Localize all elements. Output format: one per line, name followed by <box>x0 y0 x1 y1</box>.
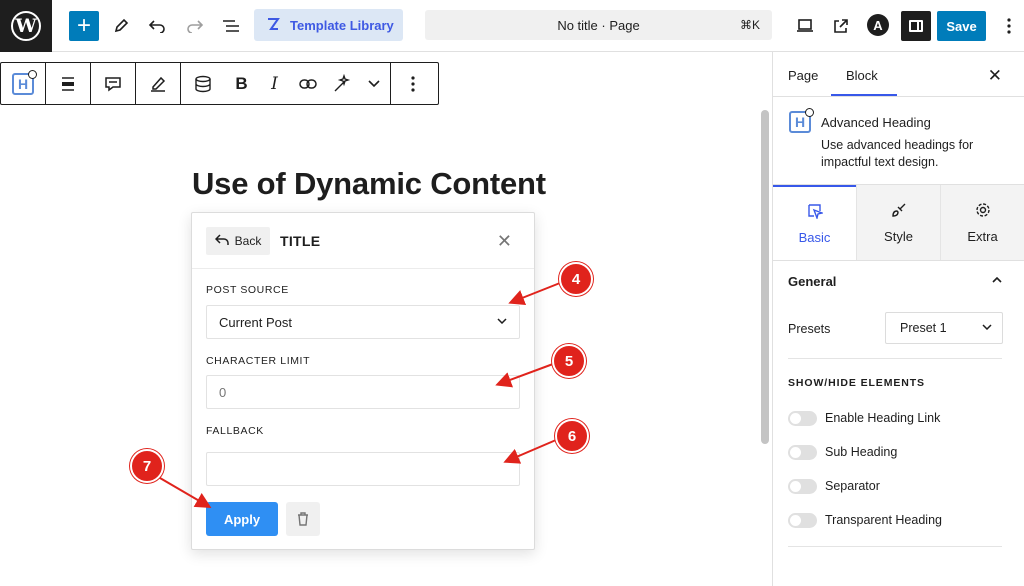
view-post-external-icon[interactable] <box>826 11 856 41</box>
back-button[interactable]: Back <box>206 227 270 255</box>
ai-sparkle-icon[interactable] <box>324 63 357 104</box>
divider <box>788 546 1002 547</box>
more-formats-chevron-down-icon[interactable] <box>357 63 390 104</box>
close-sidebar-icon[interactable]: ✕ <box>988 66 1002 86</box>
tab-extra[interactable]: Extra <box>940 185 1024 260</box>
delete-trash-icon[interactable] <box>286 502 320 536</box>
annotation-marker-6: 6 <box>555 419 589 453</box>
cursor-pointer-icon <box>807 203 824 222</box>
tab-extra-label: Extra <box>967 228 998 244</box>
template-library-label: Template Library <box>290 17 394 33</box>
block-options-icon[interactable] <box>391 63 435 104</box>
toggle-label: Enable Heading Link <box>825 411 941 425</box>
comment-icon[interactable] <box>91 63 135 104</box>
block-description: Use advanced headings for impactful text… <box>821 138 974 169</box>
undo-icon[interactable] <box>142 11 172 41</box>
post-source-select[interactable]: Current Post <box>206 305 520 339</box>
device-preview-icon[interactable] <box>790 11 820 41</box>
toggle-switch[interactable] <box>788 410 817 426</box>
wordpress-logo-icon[interactable]: W <box>0 0 52 52</box>
tab-style-label: Style <box>884 228 913 244</box>
popover-title: TITLE <box>280 233 321 249</box>
document-title-bar[interactable]: No title · Page ⌘K <box>425 10 772 40</box>
document-overview-icon[interactable] <box>216 11 246 41</box>
character-limit-label: CHARACTER LIMIT <box>206 355 311 367</box>
dynamic-content-popover: Back TITLE ✕ POST SOURCE Current Post CH… <box>191 212 535 550</box>
toggle-row-separator[interactable]: Separator <box>788 477 880 495</box>
toggle-row-sub-heading[interactable]: Sub Heading <box>788 443 897 461</box>
chevron-down-icon <box>497 315 507 327</box>
toggle-switch[interactable] <box>788 512 817 528</box>
tab-basic[interactable]: Basic <box>773 185 856 260</box>
template-library-button[interactable]: Template Library <box>254 9 403 41</box>
post-source-value: Current Post <box>219 314 292 330</box>
align-icon[interactable] <box>46 63 90 104</box>
document-title: No title · Page <box>557 18 640 33</box>
block-type-heading-icon[interactable]: H <box>1 63 45 104</box>
chevron-up-icon[interactable] <box>992 271 1002 286</box>
page-heading[interactable]: Use of Dynamic Content <box>192 166 546 202</box>
block-card: H Advanced Heading Use advanced headings… <box>773 97 1024 185</box>
tab-block-indicator <box>831 94 897 96</box>
canvas-scrollbar[interactable] <box>761 110 769 444</box>
sidebar-tabs: Page Block ✕ <box>773 52 1024 97</box>
toggle-label: Transparent Heading <box>825 513 942 527</box>
fallback-label: FALLBACK <box>206 425 264 437</box>
tab-basic-label: Basic <box>798 229 831 245</box>
save-button[interactable]: Save <box>937 11 986 41</box>
brush-icon <box>891 202 907 221</box>
annotation-marker-5: 5 <box>552 344 586 378</box>
divider <box>788 358 1002 359</box>
redo-icon[interactable] <box>180 11 210 41</box>
back-arrow-icon <box>214 234 229 248</box>
block-toolbar: H B I <box>0 62 439 105</box>
apply-button[interactable]: Apply <box>206 502 278 536</box>
link-icon[interactable] <box>291 63 324 104</box>
annotation-marker-4: 4 <box>559 262 593 296</box>
command-shortcut: ⌘K <box>739 18 760 32</box>
popover-header: Back TITLE ✕ <box>192 213 534 269</box>
post-source-label: POST SOURCE <box>206 284 289 296</box>
presets-label: Presets <box>788 322 831 336</box>
tools-pencil-icon[interactable] <box>106 11 136 41</box>
dynamic-content-database-icon[interactable] <box>181 63 225 104</box>
toggle-row-transparent-heading[interactable]: Transparent Heading <box>788 511 942 529</box>
add-block-button[interactable]: + <box>69 11 99 41</box>
bold-icon[interactable]: B <box>225 63 258 104</box>
highlight-icon[interactable] <box>136 63 180 104</box>
settings-sidebar: Page Block ✕ H Advanced Heading Use adva… <box>772 52 1024 586</box>
close-icon[interactable]: ✕ <box>497 231 512 252</box>
show-hide-heading: SHOW/HIDE ELEMENTS <box>788 377 925 389</box>
mode-tabs: Basic Style Extra <box>773 185 1024 261</box>
section-general-heading[interactable]: General <box>788 274 836 289</box>
top-toolbar: W + Template Library No title · Page ⌘K … <box>0 0 1024 52</box>
block-name: Advanced Heading <box>821 115 931 130</box>
toggle-label: Separator <box>825 479 880 493</box>
options-menu-icon[interactable] <box>994 11 1024 41</box>
advanced-heading-block-icon: H <box>789 108 814 133</box>
toggle-row-heading-link[interactable]: Enable Heading Link <box>788 409 940 427</box>
tab-style[interactable]: Style <box>856 185 940 260</box>
character-limit-input[interactable]: 0 <box>206 375 520 409</box>
presets-value: Preset 1 <box>900 321 947 335</box>
template-library-icon <box>266 16 280 35</box>
tab-block[interactable]: Block <box>846 68 878 83</box>
chevron-down-icon <box>982 322 992 333</box>
astra-settings-icon[interactable]: A <box>867 14 889 36</box>
settings-sidebar-toggle-icon[interactable] <box>901 11 931 41</box>
tab-page[interactable]: Page <box>788 68 818 83</box>
toggle-switch[interactable] <box>788 444 817 460</box>
toggle-label: Sub Heading <box>825 445 898 459</box>
presets-select[interactable]: Preset 1 <box>885 312 1003 344</box>
italic-icon[interactable]: I <box>258 63 291 104</box>
back-label: Back <box>234 234 262 248</box>
gear-icon <box>975 202 991 221</box>
toggle-switch[interactable] <box>788 478 817 494</box>
annotation-marker-7: 7 <box>130 449 164 483</box>
fallback-input[interactable] <box>206 452 520 486</box>
